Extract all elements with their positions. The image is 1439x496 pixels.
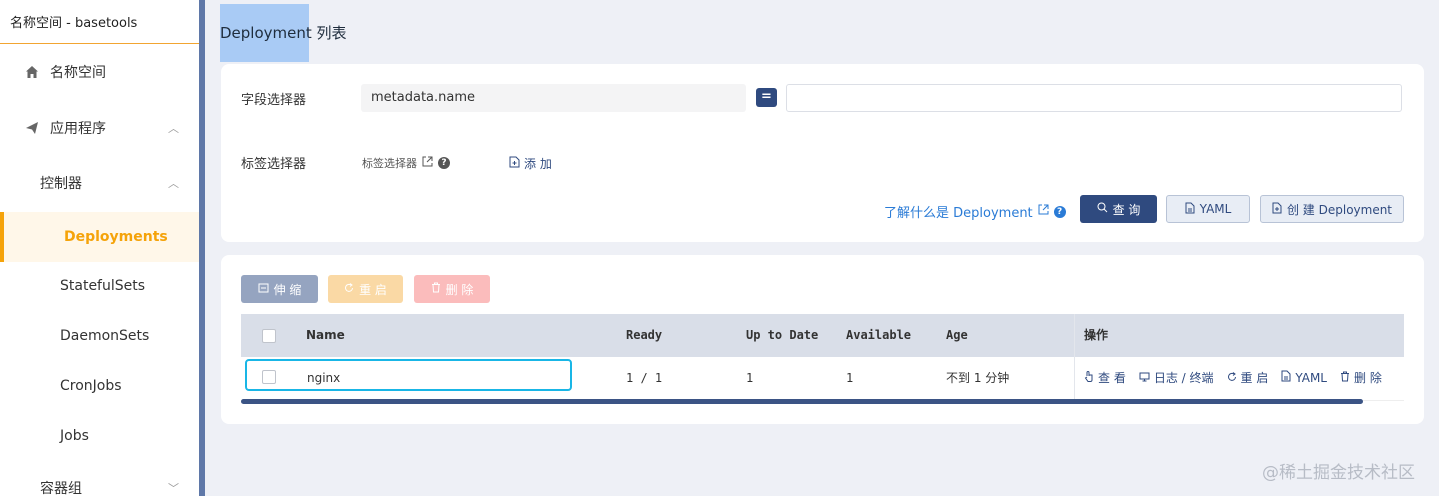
sidebar-item-label: 应用程序 [50, 121, 106, 137]
yaml-button[interactable]: YAML [1166, 195, 1250, 223]
query-label: 查 询 [1112, 202, 1141, 217]
column-header-name[interactable]: Name [306, 314, 345, 357]
watermark: @稀土掘金技术社区 [1262, 463, 1415, 483]
field-selector-select[interactable]: metadata.name [361, 84, 746, 112]
table-header [241, 314, 1404, 357]
create-deployment-button[interactable]: 创 建 Deployment [1260, 195, 1404, 223]
yaml-label: YAML [1295, 371, 1327, 385]
yaml-label: YAML [1199, 202, 1232, 216]
delete-label: 删 除 [1354, 371, 1382, 385]
sidebar-item-label: Jobs [60, 428, 89, 444]
page-title: Deployment 列表 [220, 24, 347, 42]
field-value-input[interactable] [786, 84, 1402, 112]
learn-link-text: 了解什么是 Deployment [884, 206, 1033, 221]
operator-button[interactable]: = [756, 88, 777, 107]
column-header-actions: 操作 [1084, 328, 1109, 342]
sidebar-item-daemonsets[interactable]: DaemonSets [0, 316, 199, 356]
sidebar-item-jobs[interactable]: Jobs [0, 416, 199, 456]
file-icon [1281, 368, 1291, 388]
view-action[interactable]: 查 看 [1084, 368, 1126, 388]
monitor-icon [1139, 368, 1150, 388]
bulk-delete-button[interactable]: 删 除 [414, 275, 490, 303]
row-up-to-date: 1 [746, 371, 754, 385]
external-link-icon [1038, 204, 1049, 219]
sidebar-item-label: 控制器 [40, 176, 82, 192]
file-icon [1185, 202, 1195, 217]
delete-action[interactable]: 删 除 [1340, 368, 1382, 388]
file-add-icon [509, 156, 520, 171]
row-highlight-box [245, 359, 572, 391]
row-actions: 查 看 日志 / 终端 重 启 YAML 删 除 [1084, 368, 1382, 388]
delete-label: 删 除 [445, 282, 474, 297]
row-available: 1 [846, 371, 854, 385]
sidebar-item-statefulsets[interactable]: StatefulSets [0, 266, 199, 306]
column-header-available[interactable]: Available [846, 314, 911, 357]
scale-label: 伸 缩 [273, 282, 302, 297]
refresh-icon [1227, 368, 1237, 388]
label-selector-label: 标签选择器 [241, 157, 307, 172]
search-icon [1097, 202, 1108, 216]
chevron-up-icon: ︿ [168, 177, 179, 190]
logs-terminal-action[interactable]: 日志 / 终端 [1139, 368, 1214, 388]
sidebar-item-applications[interactable]: 应用程序 ︿ [0, 108, 199, 148]
label-selector-link[interactable]: 标签选择器 ? [362, 155, 450, 171]
fixed-column-divider [1074, 314, 1075, 400]
create-label: 创 建 Deployment [1286, 202, 1393, 217]
add-label-button[interactable]: 添 加 [509, 155, 552, 172]
column-header-ready[interactable]: Ready [626, 314, 662, 357]
row-age: 不到 1 分钟 [946, 371, 1010, 385]
chevron-up-icon: ︿ [168, 122, 179, 135]
help-icon[interactable]: ? [438, 157, 450, 169]
restart-label: 重 启 [359, 282, 387, 297]
sidebar: 名称空间 - basetools 名称空间 应用程序 ︿ 控制器 ︿ Deplo… [0, 0, 199, 496]
add-label-text: 添 加 [524, 157, 552, 171]
sidebar-item-pods[interactable]: 容器组 ﹀ [0, 472, 199, 496]
label-selector-text: 标签选择器 [362, 157, 417, 170]
restart-label: 重 启 [1240, 371, 1269, 385]
sidebar-item-label: DaemonSets [60, 328, 150, 344]
bulk-restart-button[interactable]: 重 启 [328, 275, 403, 303]
logs-label: 日志 / 终端 [1153, 371, 1214, 385]
sidebar-item-cronjobs[interactable]: CronJobs [0, 366, 199, 406]
help-icon[interactable]: ? [1053, 205, 1066, 218]
learn-deployment-link[interactable]: 了解什么是 Deployment ? [884, 202, 1066, 221]
sidebar-item-deployments[interactable]: Deployments [0, 212, 199, 262]
scale-button[interactable]: 伸 缩 [241, 275, 318, 303]
sidebar-item-controllers[interactable]: 控制器 ︿ [0, 163, 199, 203]
send-icon [24, 120, 40, 136]
sidebar-item-label: 名称空间 [50, 65, 106, 81]
trash-icon [1340, 368, 1350, 388]
chevron-down-icon: ﹀ [168, 482, 179, 495]
column-header-up-to-date[interactable]: Up to Date [746, 314, 818, 357]
horizontal-scrollbar[interactable] [241, 399, 1363, 404]
sidebar-resize-handle[interactable] [199, 0, 205, 496]
sidebar-item-label: Deployments [64, 229, 168, 245]
refresh-icon [344, 282, 354, 296]
namespace-header[interactable]: 名称空间 - basetools [0, 0, 199, 44]
trash-icon [431, 282, 441, 296]
column-header-age[interactable]: Age [946, 314, 968, 357]
external-link-icon [422, 156, 433, 170]
scale-icon [258, 282, 269, 296]
field-selector-label: 字段选择器 [241, 93, 307, 108]
sidebar-item-label: StatefulSets [60, 278, 146, 294]
sidebar-item-namespace[interactable]: 名称空间 [0, 52, 199, 92]
sidebar-item-label: 容器组 [40, 481, 82, 496]
home-icon [24, 64, 40, 80]
pointer-icon [1084, 368, 1094, 388]
sidebar-item-label: CronJobs [60, 378, 122, 394]
view-label: 查 看 [1098, 371, 1126, 385]
yaml-action[interactable]: YAML [1281, 368, 1327, 388]
query-button[interactable]: 查 询 [1080, 195, 1157, 223]
row-ready: 1 / 1 [626, 371, 663, 385]
file-add-icon [1272, 202, 1282, 217]
restart-action[interactable]: 重 启 [1227, 368, 1269, 388]
select-all-checkbox[interactable] [262, 329, 276, 343]
